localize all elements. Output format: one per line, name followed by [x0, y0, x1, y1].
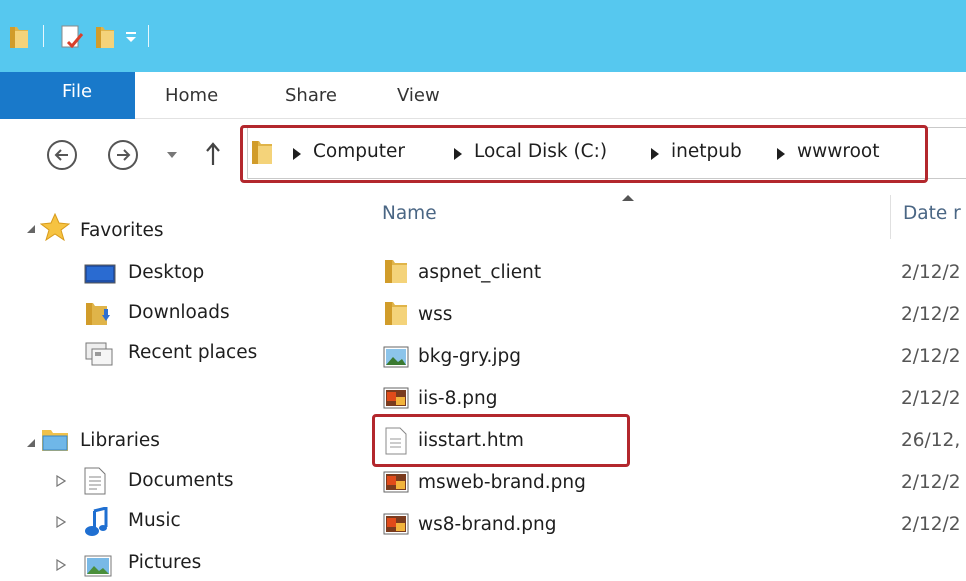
- nav-libraries[interactable]: Libraries: [80, 430, 160, 451]
- tab-file[interactable]: File: [0, 72, 135, 119]
- nav-item-recent-places[interactable]: Recent places: [128, 342, 257, 363]
- address-highlight-box: [240, 125, 928, 183]
- properties-icon[interactable]: [60, 24, 84, 50]
- collapsed-arrow-icon[interactable]: [56, 559, 66, 571]
- file-date: 2/12/2: [901, 388, 961, 409]
- back-button[interactable]: [47, 140, 77, 170]
- file-date: 2/12/2: [901, 304, 961, 325]
- folder-icon: [385, 260, 407, 283]
- file-name[interactable]: bkg-gry.jpg: [418, 346, 521, 367]
- image-file-icon: [383, 346, 409, 368]
- downloads-folder-icon: [86, 303, 110, 325]
- collapsed-arrow-icon[interactable]: [56, 475, 66, 487]
- folder-icon: [10, 27, 28, 48]
- desktop-icon: [84, 264, 116, 284]
- file-name[interactable]: wss: [418, 304, 452, 325]
- music-icon: [85, 507, 108, 536]
- title-bar: [0, 0, 966, 72]
- folder-icon: [385, 302, 407, 325]
- nav-item-desktop[interactable]: Desktop: [128, 262, 204, 283]
- file-date: 2/12/2: [901, 262, 961, 283]
- up-arrow-icon[interactable]: [204, 141, 222, 167]
- nav-item-music[interactable]: Music: [128, 510, 181, 531]
- column-divider[interactable]: [890, 195, 891, 239]
- documents-icon: [84, 467, 106, 495]
- tab-home[interactable]: Home: [165, 72, 218, 119]
- pictures-icon: [84, 555, 112, 577]
- sort-ascending-icon: [622, 195, 634, 201]
- nav-favorites[interactable]: Favorites: [80, 220, 164, 241]
- column-header-name[interactable]: Name: [382, 203, 437, 224]
- new-folder-icon[interactable]: [94, 24, 116, 50]
- libraries-icon: [42, 430, 68, 451]
- toolbar-separator: [148, 25, 149, 47]
- file-date: 2/12/2: [901, 346, 961, 367]
- nav-item-downloads[interactable]: Downloads: [128, 302, 230, 323]
- tab-share[interactable]: Share: [285, 72, 337, 119]
- expanded-arrow-icon[interactable]: [26, 224, 36, 234]
- customize-toolbar-icon[interactable]: [124, 30, 138, 44]
- expanded-arrow-icon[interactable]: [26, 438, 36, 448]
- file-name[interactable]: aspnet_client: [418, 262, 541, 283]
- recent-places-icon: [85, 342, 113, 366]
- recent-locations-icon[interactable]: [166, 151, 178, 159]
- nav-item-documents[interactable]: Documents: [128, 470, 233, 491]
- star-icon: [40, 213, 70, 241]
- ribbon: File Home Share View: [0, 72, 966, 119]
- file-date: 26/12,: [901, 430, 961, 451]
- nav-item-pictures[interactable]: Pictures: [128, 552, 201, 573]
- file-name[interactable]: iis-8.png: [418, 388, 497, 409]
- tab-view[interactable]: View: [397, 72, 440, 119]
- file-date: 2/12/2: [901, 514, 961, 535]
- forward-button[interactable]: [108, 140, 138, 170]
- png-file-icon: [383, 513, 409, 535]
- arrow-left-icon: [54, 149, 68, 161]
- png-file-icon: [383, 471, 409, 493]
- file-highlight-box: [372, 414, 630, 467]
- file-name[interactable]: msweb-brand.png: [418, 472, 586, 493]
- png-file-icon: [383, 387, 409, 409]
- toolbar-separator: [43, 25, 44, 47]
- file-date: 2/12/2: [901, 472, 961, 493]
- collapsed-arrow-icon[interactable]: [56, 516, 66, 528]
- file-name[interactable]: ws8-brand.png: [418, 514, 556, 535]
- column-header-date[interactable]: Date r: [903, 203, 961, 224]
- arrow-right-icon: [117, 149, 131, 161]
